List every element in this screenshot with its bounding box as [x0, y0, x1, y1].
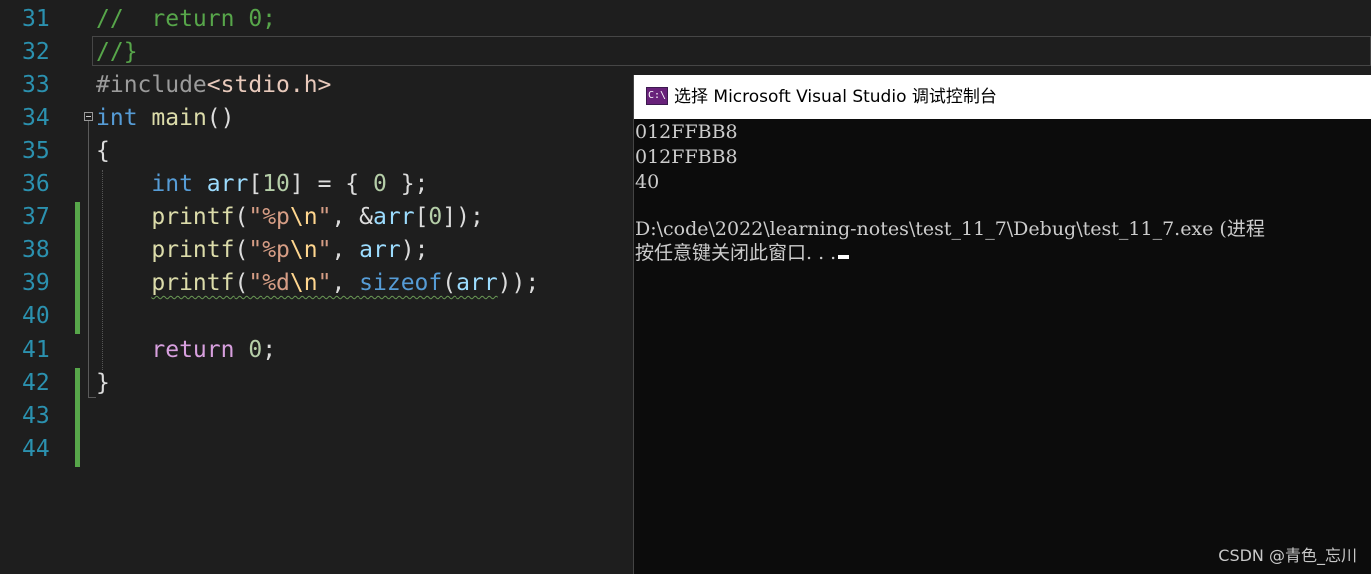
- punct: (: [234, 270, 249, 296]
- string: ": [317, 204, 332, 230]
- code-text: return 0;: [96, 334, 276, 367]
- warning-squiggle[interactable]: printf("%d\n", sizeof(arr: [151, 270, 497, 296]
- console-output-line: 按任意键关闭此窗口. . .: [635, 241, 850, 265]
- number: 0: [248, 337, 263, 363]
- line-number: 35: [22, 138, 50, 164]
- code-text: printf("%p\n", &arr[0]);: [96, 201, 484, 234]
- line-number: 33: [22, 72, 50, 98]
- line-number: 34: [22, 105, 50, 131]
- punct: ]);: [442, 204, 484, 230]
- comment: //}: [96, 39, 138, 65]
- punct: (: [234, 237, 249, 263]
- line-number: 39: [22, 270, 50, 296]
- punct: };: [386, 171, 429, 197]
- string: ": [248, 237, 263, 263]
- keyword: int: [96, 105, 138, 131]
- variable: arr: [359, 237, 401, 263]
- text-cursor: [838, 255, 850, 259]
- punct: ));: [497, 270, 540, 296]
- punct: ,: [331, 237, 360, 263]
- console-output-line: D:\code\2022\learning-notes\test_11_7\De…: [635, 218, 1265, 240]
- console-output-line: 012FFBB8: [635, 121, 738, 143]
- console-app-icon: C:\: [646, 87, 668, 105]
- preprocessor: #include: [96, 72, 207, 98]
- number: 10: [262, 171, 290, 197]
- line-number: 38: [22, 237, 50, 263]
- console-output-line: 012FFBB8: [635, 146, 738, 168]
- code-text: {: [96, 138, 110, 164]
- format-spec: %d: [262, 270, 290, 296]
- string: ": [317, 270, 332, 296]
- code-line: 32 //}: [0, 36, 1371, 69]
- function-call: printf: [151, 237, 235, 263]
- escape-seq: \n: [289, 270, 318, 296]
- line-number: 41: [22, 337, 50, 363]
- punct: (: [234, 204, 249, 230]
- string: ": [248, 270, 263, 296]
- variable: arr: [373, 204, 415, 230]
- punct: [: [414, 204, 429, 230]
- console-output-line: 40: [635, 171, 660, 193]
- function-call: printf: [151, 204, 235, 230]
- number: 0: [428, 204, 443, 230]
- line-number: 43: [22, 403, 50, 429]
- keyword: return: [151, 337, 235, 363]
- string: ": [248, 204, 263, 230]
- variable: arr: [206, 171, 249, 197]
- line-number: 40: [22, 303, 50, 329]
- console-title: 选择 Microsoft Visual Studio 调试控制台: [674, 87, 997, 107]
- punct: (: [442, 270, 457, 296]
- escape-seq: \n: [289, 237, 318, 263]
- line-number: 32: [22, 39, 50, 65]
- line-number: 42: [22, 370, 50, 396]
- punct: [234, 337, 248, 363]
- include-header: <stdio.h>: [206, 72, 332, 98]
- keyword: sizeof: [359, 270, 443, 296]
- variable: arr: [456, 270, 498, 296]
- function-name: main: [151, 105, 207, 131]
- code-text: printf("%p\n", arr);: [96, 234, 428, 267]
- escape-seq: \n: [289, 204, 318, 230]
- punct: ] = {: [289, 171, 373, 197]
- string: ": [317, 237, 332, 263]
- console-titlebar[interactable]: C:\ 选择 Microsoft Visual Studio 调试控制台: [634, 75, 1371, 119]
- code-text: int arr[10] = { 0 };: [96, 168, 428, 201]
- punct: [: [248, 171, 263, 197]
- punct: ,: [331, 270, 360, 296]
- code-text: printf("%d\n", sizeof(arr));: [96, 267, 539, 300]
- line-number: 44: [22, 436, 50, 462]
- line-number: 36: [22, 171, 50, 197]
- punct: ;: [262, 337, 277, 363]
- console-prompt-text: 按任意键关闭此窗口. . .: [635, 242, 837, 264]
- debug-console-window[interactable]: C:\ 选择 Microsoft Visual Studio 调试控制台 012…: [633, 75, 1371, 574]
- punct: );: [400, 237, 429, 263]
- format-spec: %p: [262, 237, 290, 263]
- comment: // return 0;: [96, 6, 277, 32]
- keyword: int: [151, 171, 193, 197]
- code-line: 31 // return 0;: [0, 3, 1371, 36]
- code-text: }: [96, 370, 110, 396]
- watermark: CSDN @青色_忘川: [1218, 546, 1357, 565]
- punct: , &: [331, 204, 374, 230]
- line-number: 37: [22, 204, 50, 230]
- function-call: printf: [151, 270, 235, 296]
- line-number: 31: [22, 6, 50, 32]
- format-spec: %p: [262, 204, 290, 230]
- code-text: int main(): [96, 102, 235, 135]
- code-text: #include<stdio.h>: [96, 69, 331, 102]
- number: 0: [373, 171, 387, 197]
- punct: (): [206, 105, 235, 131]
